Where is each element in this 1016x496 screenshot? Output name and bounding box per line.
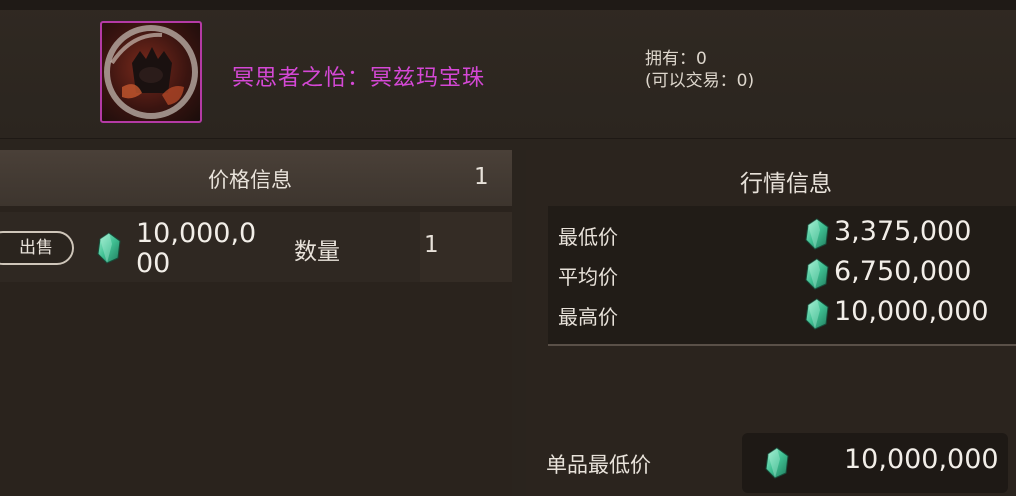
price-info-header: 价格信息 1: [0, 150, 512, 206]
market-row-avg: 平均价 6,750,000: [548, 254, 1016, 294]
unit-min-price-label: 单品最低价: [546, 453, 651, 477]
item-name: 冥思者之怡：冥兹玛宝珠: [232, 66, 486, 91]
green-gem-icon: [764, 447, 790, 479]
market-row-label: 平均价: [558, 265, 618, 289]
unit-min-price-value: 10,000,000: [844, 444, 999, 475]
price-info-count: 1: [474, 164, 489, 190]
green-gem-icon: [804, 298, 830, 330]
market-info-header: 行情信息: [526, 150, 1016, 206]
green-gem-icon: [804, 258, 830, 290]
unit-min-price-box: 10,000,000: [742, 433, 1008, 493]
market-row-value: 10,000,000: [834, 296, 989, 327]
market-row-max: 最高价 10,000,000: [548, 294, 1016, 334]
quantity-value: 1: [424, 232, 439, 258]
market-row-value: 6,750,000: [834, 256, 972, 287]
price-info-panel: 价格信息 1 出售 10,000,000 数量 1: [0, 150, 512, 496]
market-row-value: 3,375,000: [834, 216, 972, 247]
market-row-label: 最高价: [558, 305, 618, 329]
green-gem-icon: [804, 218, 830, 250]
tradable-count: (可以交易：0): [645, 71, 755, 91]
ownership-info: 拥有：0 (可以交易：0): [645, 48, 754, 92]
market-row-min: 最低价 3,375,000: [548, 214, 1016, 254]
market-stats: 最低价 3,375,000 平均价 6,750,000 最高价 10,000,0…: [548, 206, 1016, 346]
demon-orb-icon[interactable]: [100, 21, 202, 123]
header-edge: [0, 0, 1016, 10]
price-info-title: 价格信息: [208, 168, 292, 192]
owned-count: 拥有：0: [645, 49, 707, 69]
market-row-label: 最低价: [558, 225, 618, 249]
item-header: 冥思者之怡：冥兹玛宝珠 拥有：0 (可以交易：0): [0, 0, 1016, 139]
sell-order-row[interactable]: 出售 10,000,000 数量 1: [0, 212, 512, 282]
sell-button[interactable]: 出售: [0, 231, 74, 265]
sell-price: 10,000,000: [136, 218, 257, 279]
quantity-label: 数量: [294, 239, 340, 265]
green-gem-icon: [96, 232, 122, 264]
market-info-title: 行情信息: [740, 171, 832, 197]
